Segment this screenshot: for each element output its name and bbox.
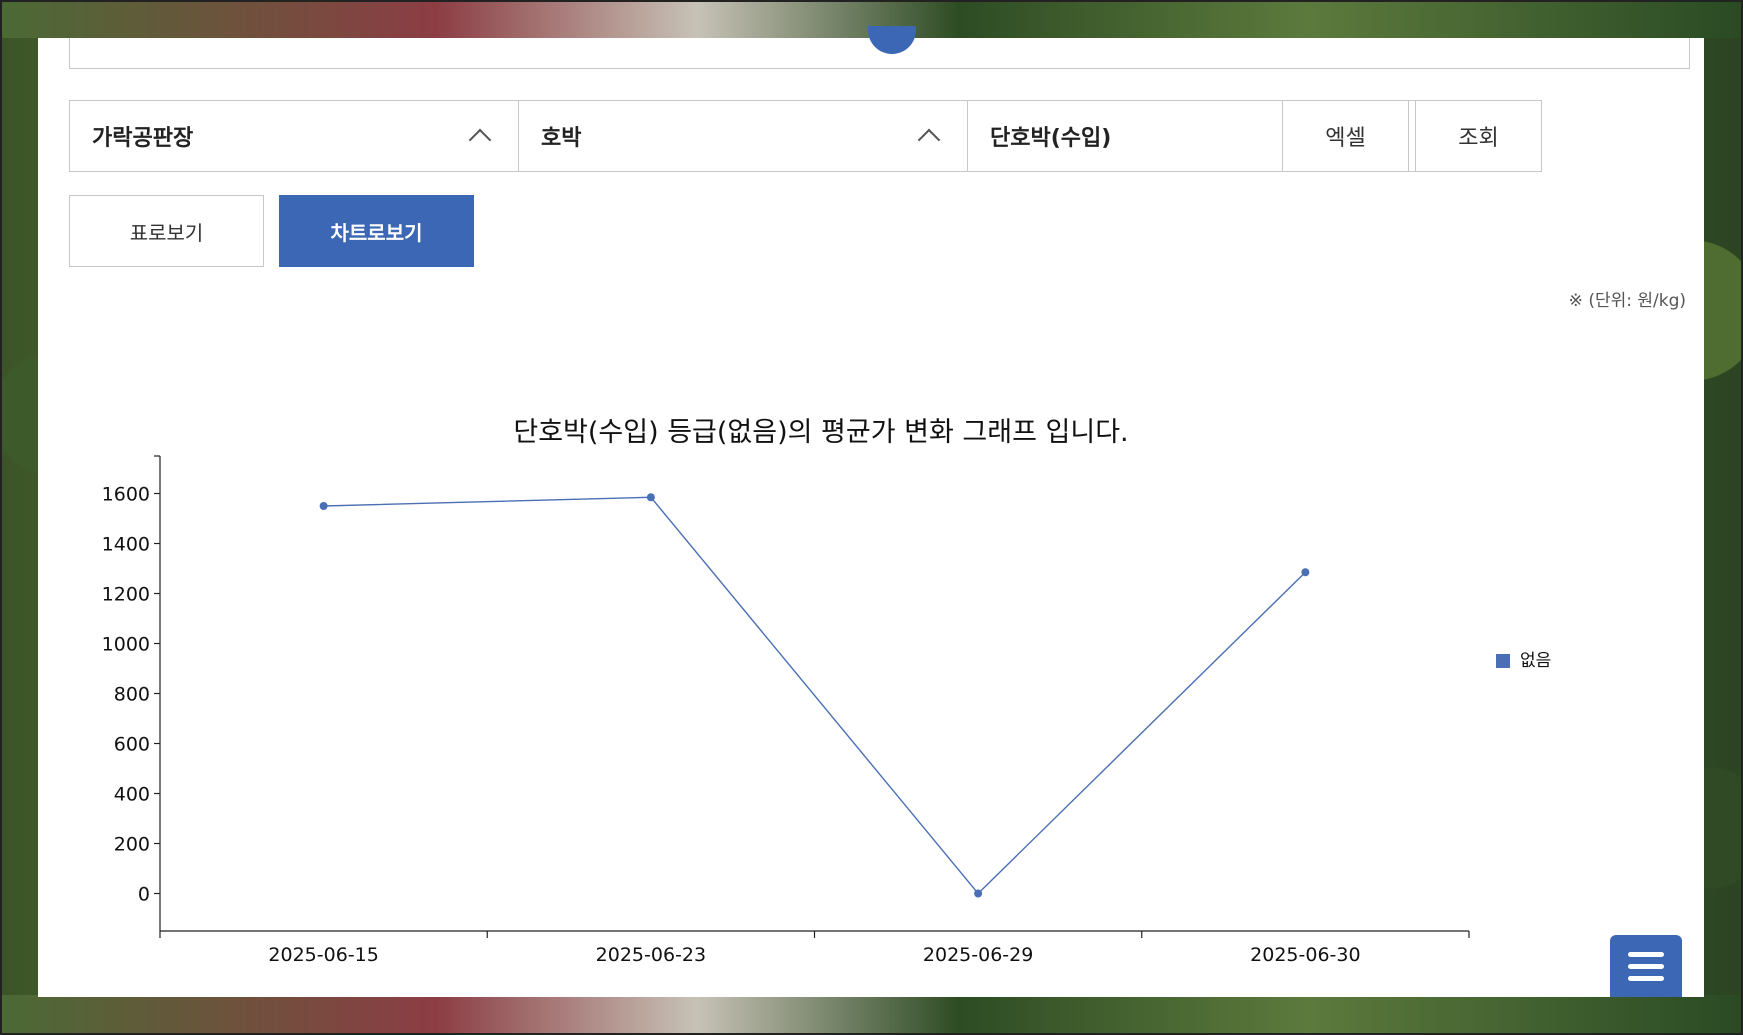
y-tick-label: 0 bbox=[138, 884, 150, 906]
menu-button[interactable] bbox=[1610, 935, 1682, 997]
y-tick-label: 600 bbox=[114, 734, 150, 756]
chevron-up-icon bbox=[468, 128, 492, 152]
data-point bbox=[974, 889, 983, 898]
price-chart: 단호박(수입) 등급(없음)의 평균가 변화 그래프 입니다. 0 200 400 6… bbox=[38, 368, 1704, 968]
background-aerial-bottom bbox=[0, 995, 1743, 1035]
x-tick-label: 2025-06-15 bbox=[268, 944, 378, 966]
step-indicator bbox=[868, 26, 916, 54]
item-select-value: 호박 bbox=[541, 126, 582, 151]
chart-view-button[interactable]: 차트로보기 bbox=[279, 195, 474, 267]
series-line bbox=[323, 496, 1306, 895]
data-point bbox=[1301, 568, 1310, 577]
data-point bbox=[319, 502, 328, 510]
legend-label: 없음 bbox=[1520, 651, 1551, 671]
market-select[interactable]: 가락공판장 bbox=[69, 100, 519, 172]
y-tick-label: 800 bbox=[114, 684, 150, 706]
y-tick-label: 1000 bbox=[102, 634, 150, 656]
chevron-up-icon bbox=[917, 128, 941, 152]
table-view-button[interactable]: 표로보기 bbox=[69, 195, 264, 267]
hamburger-line bbox=[1628, 963, 1664, 969]
legend-swatch bbox=[1496, 654, 1510, 668]
item-select[interactable]: 호박 bbox=[518, 100, 968, 172]
y-tick-label: 200 bbox=[114, 834, 150, 856]
top-section-box bbox=[69, 26, 1690, 69]
data-point bbox=[646, 493, 655, 502]
y-tick-label: 1600 bbox=[102, 484, 150, 506]
x-tick-label: 2025-06-29 bbox=[923, 944, 1033, 966]
unit-note: ※ (단위: 원/kg) bbox=[1568, 291, 1686, 311]
variety-select-value: 단호박(수입) bbox=[990, 126, 1112, 151]
search-button[interactable]: 조회 bbox=[1415, 100, 1542, 172]
hamburger-line bbox=[1628, 975, 1664, 981]
excel-button[interactable]: 엑셀 bbox=[1282, 100, 1409, 172]
content-panel: 가락공판장 호박 단호박(수입) 엑셀 조회 표로보기 차트로보기 ※ (단위:… bbox=[38, 26, 1704, 997]
chart-svg: 0 200 400 600 800 1000 1200 1400 1600 2025-06-15 2… bbox=[102, 455, 1551, 966]
y-tick-label: 400 bbox=[114, 784, 150, 806]
hamburger-line bbox=[1628, 951, 1664, 957]
y-tick-label: 1400 bbox=[102, 534, 150, 556]
x-tick-label: 2025-06-23 bbox=[596, 944, 706, 966]
y-tick-label: 1200 bbox=[102, 584, 150, 606]
market-select-value: 가락공판장 bbox=[92, 126, 194, 151]
filter-row: 가락공판장 호박 단호박(수입) bbox=[69, 100, 1417, 172]
x-tick-label: 2025-06-30 bbox=[1250, 944, 1360, 966]
